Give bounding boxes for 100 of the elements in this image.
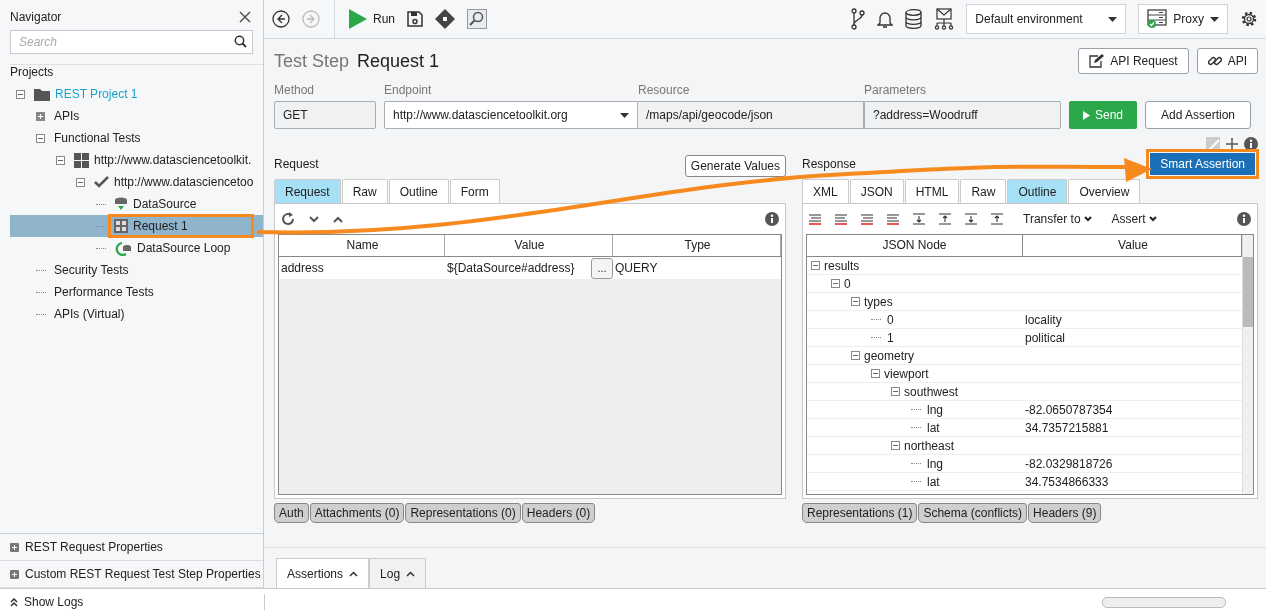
- input-field[interactable]: /maps/api/geocode/json: [638, 101, 864, 129]
- tab[interactable]: Outline: [388, 179, 449, 203]
- json-node[interactable]: 0: [887, 312, 894, 327]
- collapse-icon[interactable]: [36, 133, 45, 143]
- tab[interactable]: HTML: [904, 179, 960, 203]
- expand-icon[interactable]: [10, 542, 19, 552]
- tab[interactable]: Raw: [960, 179, 1007, 203]
- collapse-icon[interactable]: [831, 279, 840, 288]
- tab[interactable]: Raw: [341, 179, 388, 203]
- collapse-icon[interactable]: [851, 351, 860, 360]
- dropdown-menu[interactable]: Assert: [1111, 212, 1157, 226]
- search-field[interactable]: Search: [10, 30, 253, 54]
- tab[interactable]: Outline: [1007, 179, 1068, 203]
- tree-item[interactable]: Performance Tests: [50, 282, 158, 302]
- collapse-up-icon[interactable]: [939, 213, 951, 225]
- json-node[interactable]: lat: [927, 420, 940, 435]
- json-node[interactable]: southwest: [904, 384, 959, 399]
- json-node[interactable]: viewport: [884, 366, 929, 381]
- settings-icon[interactable]: [1240, 10, 1258, 28]
- generate-values-button[interactable]: Generate Values: [684, 155, 786, 177]
- chevron-up-icon[interactable]: [333, 215, 343, 223]
- bell-icon[interactable]: [877, 9, 894, 29]
- mail-network-icon[interactable]: [934, 8, 955, 30]
- input-field[interactable]: GET: [274, 101, 376, 129]
- tab[interactable]: Request: [274, 179, 341, 203]
- plus-icon[interactable]: [1226, 138, 1238, 150]
- expand-down-icon[interactable]: [965, 213, 977, 225]
- scrollbar[interactable]: [1102, 596, 1226, 608]
- database-icon[interactable]: [905, 9, 923, 29]
- branch-icon[interactable]: [851, 8, 866, 30]
- tab[interactable]: Representations (0): [405, 503, 521, 523]
- properties-panel-header[interactable]: REST Request Properties: [0, 534, 263, 561]
- scrollbar[interactable]: [1242, 235, 1253, 494]
- collapse-icon[interactable]: [871, 369, 880, 378]
- close-icon[interactable]: [239, 11, 251, 23]
- expand-icon[interactable]: [10, 569, 19, 579]
- search-icon[interactable]: [467, 9, 487, 29]
- align-icon[interactable]: [887, 213, 899, 225]
- tab[interactable]: Auth: [274, 503, 309, 523]
- json-node[interactable]: geometry: [864, 348, 915, 363]
- tab[interactable]: Schema (conflicts): [918, 503, 1028, 523]
- tree-item[interactable]: APIs (Virtual): [50, 304, 129, 324]
- tab[interactable]: Headers (0): [521, 503, 596, 523]
- align-icon[interactable]: [835, 213, 847, 225]
- info-icon[interactable]: [765, 212, 779, 226]
- api-button[interactable]: API: [1196, 48, 1258, 74]
- show-logs-button[interactable]: Show Logs: [0, 595, 264, 609]
- browse-button[interactable]: ...: [591, 257, 613, 279]
- dropdown-menu[interactable]: Transfer to: [1023, 212, 1092, 226]
- json-node[interactable]: lat: [927, 474, 940, 489]
- tab[interactable]: JSON: [849, 179, 904, 203]
- json-node[interactable]: northeast: [904, 438, 955, 453]
- collapse-icon[interactable]: [76, 177, 85, 187]
- json-node[interactable]: lng: [927, 402, 943, 417]
- json-node[interactable]: results: [824, 258, 860, 273]
- tab[interactable]: Headers (9): [1028, 503, 1102, 523]
- tab[interactable]: Log: [369, 558, 427, 588]
- collapse-icon[interactable]: [891, 387, 900, 396]
- tree-item[interactable]: DataSource Loop: [110, 238, 235, 258]
- tab[interactable]: Representations (1): [802, 503, 918, 523]
- scroll-thumb[interactable]: [1243, 257, 1253, 327]
- tree-item[interactable]: APIs: [50, 106, 84, 126]
- collapse-icon[interactable]: [16, 89, 25, 99]
- search-icon[interactable]: [234, 35, 247, 48]
- expand-icon[interactable]: [36, 111, 45, 121]
- collapse-icon[interactable]: [891, 441, 900, 450]
- json-node[interactable]: 0: [844, 276, 851, 291]
- collapse-icon[interactable]: [56, 155, 65, 165]
- tree-item[interactable]: http://www.datasciencetoo: [90, 172, 258, 192]
- proxy-button[interactable]: Proxy: [1138, 4, 1228, 34]
- chevron-down-icon[interactable]: [309, 215, 319, 223]
- refresh-icon[interactable]: [281, 212, 295, 226]
- json-node[interactable]: 1: [887, 330, 894, 345]
- tree-item[interactable]: Security Tests: [50, 260, 133, 280]
- tab[interactable]: Attachments (0): [309, 503, 405, 523]
- add-assertion-button[interactable]: Add Assertion: [1145, 101, 1251, 129]
- endpoint-dropdown[interactable]: http://www.datasciencetoolkit.org: [384, 101, 638, 129]
- tab[interactable]: Form: [449, 179, 500, 203]
- back-icon[interactable]: [272, 10, 290, 28]
- json-node[interactable]: types: [864, 294, 893, 309]
- tab[interactable]: Assertions: [276, 558, 370, 588]
- expand-down-icon[interactable]: [913, 213, 925, 225]
- collapse-icon[interactable]: [851, 297, 860, 306]
- collapse-up-icon[interactable]: [991, 213, 1003, 225]
- save-icon[interactable]: [407, 11, 423, 27]
- align-icon[interactable]: [809, 213, 821, 225]
- api-request-button[interactable]: API Request: [1078, 48, 1189, 74]
- json-node[interactable]: lng: [927, 456, 943, 471]
- tab[interactable]: XML: [802, 179, 849, 203]
- tab[interactable]: Overview: [1068, 179, 1141, 203]
- tree-item[interactable]: DataSource: [110, 194, 201, 214]
- collapse-icon[interactable]: [811, 261, 820, 270]
- align-icon[interactable]: [861, 213, 873, 225]
- run-button[interactable]: Run: [349, 9, 395, 29]
- input-field[interactable]: ?address=Woodruff: [864, 101, 1061, 129]
- diamond-icon[interactable]: [435, 9, 455, 29]
- tree-item[interactable]: http://www.datasciencetoolkit.: [70, 150, 256, 170]
- info-icon[interactable]: [1237, 212, 1251, 226]
- environment-dropdown[interactable]: Default environment: [966, 4, 1127, 34]
- tree-item[interactable]: Functional Tests: [50, 128, 145, 148]
